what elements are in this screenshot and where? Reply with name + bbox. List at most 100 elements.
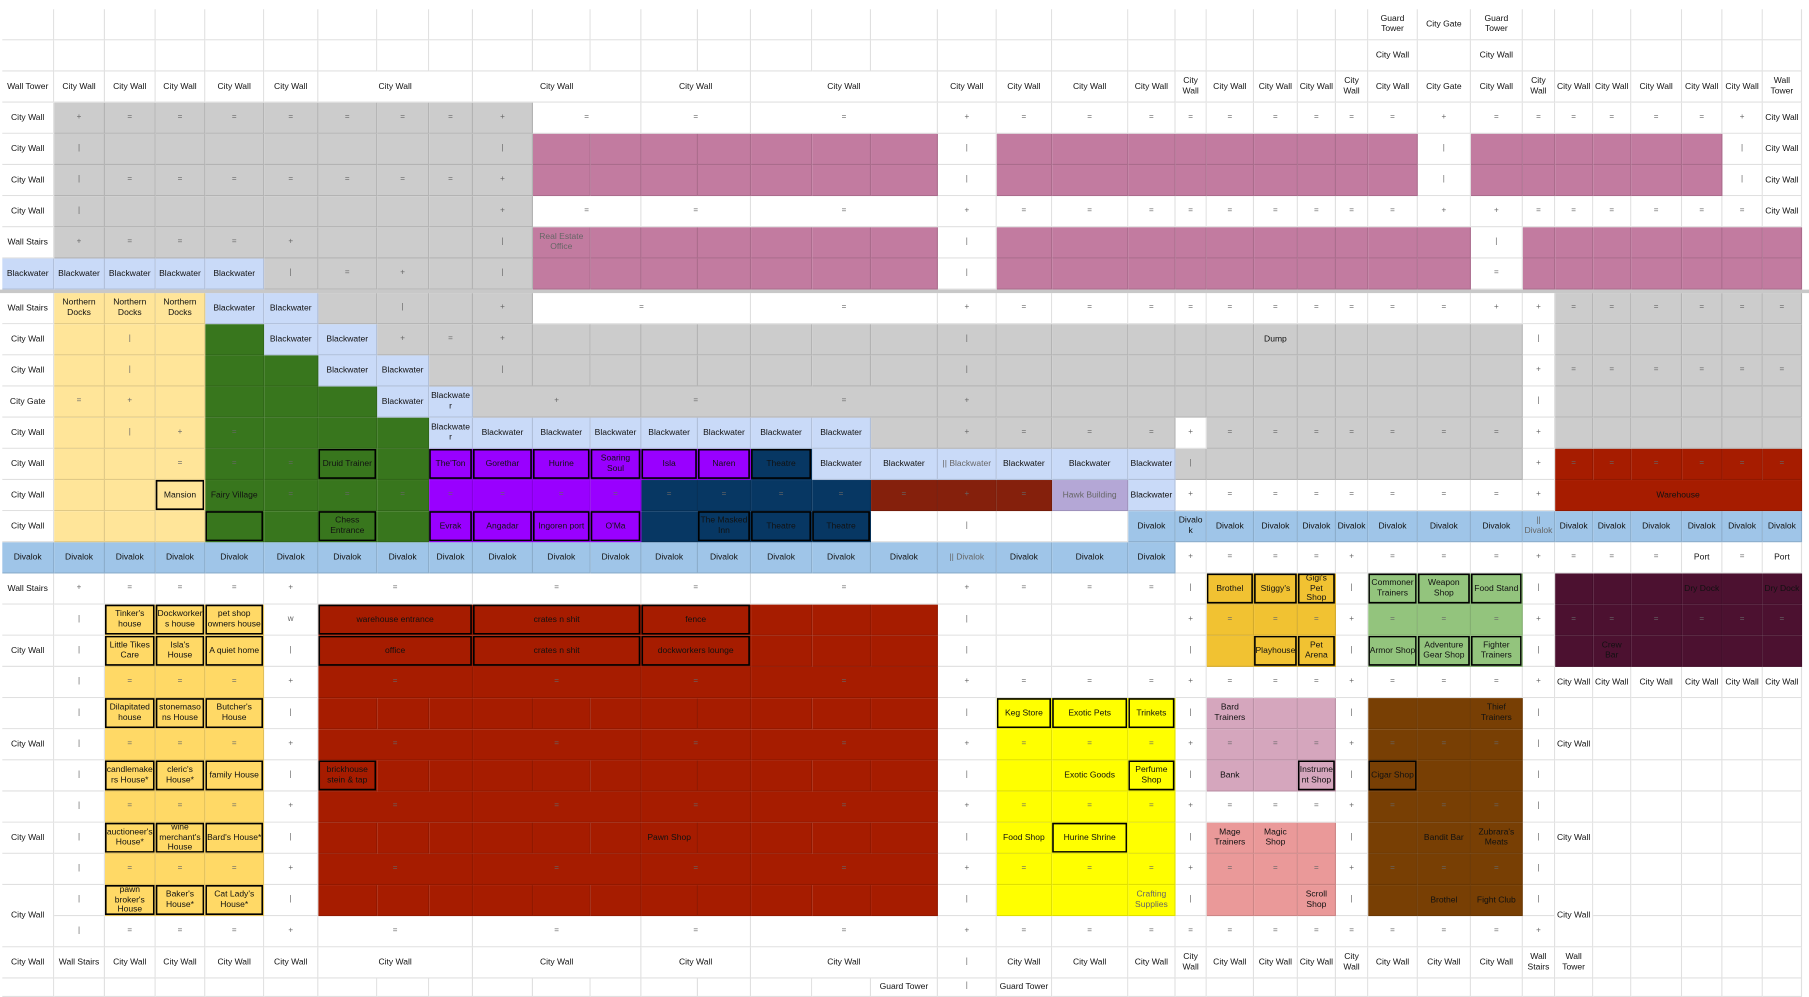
cell-soaring-soul[interactable]: Soaring Soul [590, 448, 642, 481]
cell-city-wall[interactable]: City Wall [1175, 947, 1207, 979]
cell-city-wall[interactable]: City Wall [1368, 71, 1418, 103]
cell-path-marker[interactable]: | [473, 355, 534, 387]
cell-divalok[interactable]: Divalok [429, 542, 474, 574]
cell-empty[interactable] [1593, 822, 1632, 854]
cell-path-marker[interactable]: = [641, 791, 752, 823]
cell-path-marker[interactable]: = [205, 666, 265, 699]
cell-empty[interactable] [751, 604, 813, 636]
cell-path-marker[interactable]: | [937, 947, 997, 979]
cell-blackwater[interactable]: Blackwater [2, 258, 55, 290]
cell-path-marker[interactable]: = [205, 417, 265, 449]
cell-empty[interactable] [1593, 947, 1632, 979]
cell-empty[interactable] [1593, 9, 1632, 41]
cell-path-marker[interactable]: = [155, 729, 206, 761]
cell-wall-tower[interactable]: Wall Tower [1555, 947, 1594, 979]
cell-empty[interactable] [1682, 947, 1723, 979]
cell-path-marker[interactable]: = [641, 196, 752, 228]
cell-empty[interactable] [1555, 635, 1594, 667]
cell-empty[interactable] [871, 40, 938, 72]
cell-empty[interactable] [318, 9, 378, 41]
cell-empty[interactable] [1206, 978, 1255, 997]
cell-path-marker[interactable]: = [1631, 196, 1683, 228]
cell-empty[interactable] [1052, 511, 1129, 543]
cell-city-wall[interactable]: City Wall [104, 71, 156, 103]
cell-empty[interactable] [429, 293, 474, 325]
cell-empty[interactable] [1297, 133, 1336, 166]
cell-path-marker[interactable]: + [473, 324, 534, 356]
cell-path-marker[interactable]: = [1368, 196, 1418, 228]
cell-city-wall[interactable]: City Wall [1762, 133, 1803, 166]
cell-path-marker[interactable]: + [1417, 196, 1471, 228]
cell-path-marker[interactable]: = [1128, 102, 1176, 134]
cell-empty[interactable] [1631, 698, 1683, 730]
cell-path-marker[interactable]: = [1128, 729, 1176, 761]
cell-empty[interactable] [533, 258, 591, 290]
cell-path-marker[interactable]: = [641, 916, 752, 948]
cell-blackwater[interactable]: Blackwater [155, 258, 206, 290]
cell-empty[interactable] [1052, 386, 1129, 418]
cell-path-marker[interactable]: | [54, 853, 105, 886]
cell-path-marker[interactable]: + [473, 293, 534, 325]
cell-empty[interactable] [533, 9, 591, 41]
cell-bank[interactable]: Bank [1206, 760, 1255, 792]
cell-empty[interactable] [1631, 573, 1683, 605]
cell-empty[interactable] [1762, 40, 1803, 72]
cell-empty[interactable] [697, 885, 752, 917]
cell-city-wall[interactable]: City Wall [2, 822, 55, 854]
cell-path-marker[interactable]: = [1297, 916, 1336, 948]
cell-empty[interactable] [996, 258, 1053, 290]
cell-path-marker[interactable]: = [1470, 604, 1523, 636]
cell-path-marker[interactable]: + [1522, 916, 1556, 948]
cell-empty[interactable] [641, 324, 698, 356]
cell-path-marker[interactable]: = [155, 666, 206, 699]
cell-path-marker[interactable]: = [1722, 355, 1763, 387]
cell-divalok[interactable]: Divalok [697, 542, 752, 574]
cell-empty[interactable] [1522, 258, 1556, 290]
cell-path-marker[interactable]: = [1593, 355, 1632, 387]
cell-empty[interactable] [1254, 698, 1298, 730]
cell-cat-lady-s-house[interactable]: Cat Lady's House* [205, 885, 265, 917]
cell-path-marker[interactable]: = [1631, 355, 1683, 387]
cell-empty[interactable] [1682, 760, 1723, 792]
cell-path-marker[interactable]: + [1175, 480, 1207, 512]
cell-empty[interactable] [1522, 978, 1556, 997]
cell-path-marker[interactable]: = [1335, 916, 1369, 948]
cell-path-marker[interactable]: = [104, 853, 156, 886]
cell-empty[interactable] [264, 133, 319, 166]
cell-empty[interactable] [1593, 417, 1632, 449]
cell-empty[interactable] [1368, 698, 1418, 730]
cell-path-marker[interactable]: + [1175, 791, 1207, 823]
cell-empty[interactable] [2, 791, 55, 823]
cell-magic-shop[interactable]: Magic Shop [1254, 822, 1298, 854]
cell-path-marker[interactable]: = [318, 791, 474, 823]
cell-empty[interactable] [318, 417, 378, 449]
cell-path-marker[interactable]: = [104, 227, 156, 259]
cell-empty[interactable] [812, 227, 872, 259]
cell-empty[interactable] [533, 978, 591, 997]
cell-path-marker[interactable]: = [318, 729, 474, 761]
cell-empty[interactable] [205, 324, 265, 356]
cell-path-marker[interactable]: + [377, 258, 430, 290]
cell-path-marker[interactable]: = [1368, 666, 1418, 699]
cell-empty[interactable] [1682, 635, 1723, 667]
cell-brothel[interactable]: Brothel [1206, 573, 1255, 605]
cell-empty[interactable] [590, 760, 642, 792]
cell-path-marker[interactable]: | [54, 133, 105, 166]
cell-empty[interactable] [1254, 133, 1298, 166]
cell-city-wall[interactable]: City Wall [155, 71, 206, 103]
cell-path-marker[interactable]: = [1470, 542, 1523, 574]
cell-empty[interactable] [1682, 133, 1723, 166]
cell-empty[interactable] [1522, 133, 1556, 166]
cell-empty[interactable] [1335, 133, 1369, 166]
cell-path-marker[interactable]: = [429, 165, 474, 197]
cell-empty[interactable] [1368, 133, 1418, 166]
cell-path-marker[interactable]: + [264, 916, 319, 948]
cell-path-marker[interactable]: = [1128, 293, 1176, 325]
cell-port[interactable]: Port [1682, 542, 1723, 574]
cell-path-marker[interactable]: = [1297, 604, 1336, 636]
cell-city-wall[interactable]: City Wall [1631, 71, 1683, 103]
cell-empty[interactable] [54, 511, 105, 543]
cell-blackwater[interactable]: Blackwater [812, 417, 872, 449]
cell-empty[interactable] [871, 9, 938, 41]
cell-empty[interactable] [1206, 885, 1255, 917]
